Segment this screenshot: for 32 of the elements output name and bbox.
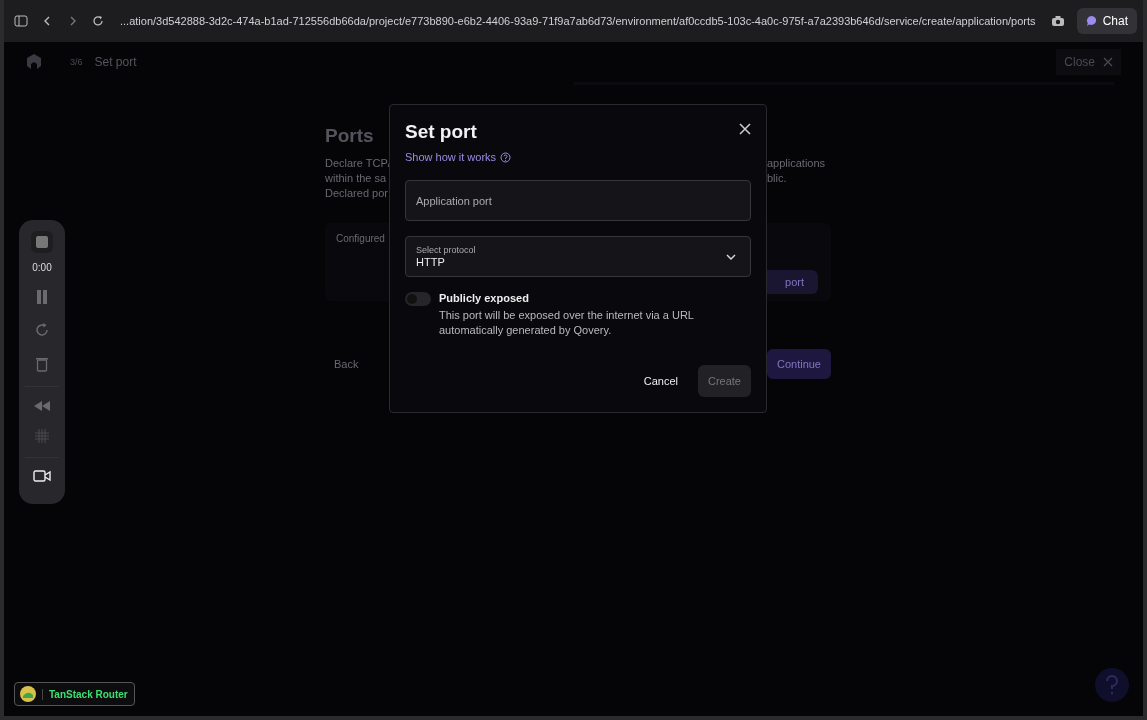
url-text[interactable]: ...ation/3d542888-3d2c-474a-b1ad-712556db66da/project/e773b890-e6b2-4406-93a9-71f9a7ab6d73/environment/af0ccdb5-103c-4a0c-975f-a7a2393b646d/service/create/application/ports	[120, 15, 1039, 27]
protocol-select[interactable]: Select protocol HTTP	[405, 236, 751, 277]
description-text: Declared por	[325, 187, 389, 199]
description-text: blic.	[767, 172, 788, 184]
continue-button[interactable]: Continue	[766, 349, 831, 379]
question-mark-icon	[1105, 675, 1119, 695]
description-text: applications	[767, 157, 827, 169]
cancel-button[interactable]: Cancel	[633, 365, 688, 397]
dialog-title: Set port	[405, 121, 477, 143]
help-link[interactable]: Show how it works	[405, 151, 512, 163]
chat-button[interactable]: Chat	[1076, 8, 1137, 34]
devtools-badge[interactable]: TanStack Router	[14, 682, 135, 706]
port-input-field[interactable]: Application port	[405, 180, 751, 221]
step-counter: 3/6	[70, 57, 83, 67]
toggle-description: This port will be exposed over the internet via a URL automatically generated by Qovery.	[439, 308, 695, 338]
page-title: Ports	[325, 125, 374, 147]
card-label: Configured	[336, 233, 385, 244]
header-title: Set port	[94, 55, 137, 69]
stop-icon[interactable]	[31, 231, 53, 253]
close-icon	[1103, 57, 1113, 67]
toggle-label: Publicly exposed	[439, 292, 530, 304]
chevron-down-icon	[726, 252, 736, 261]
help-icon	[500, 151, 512, 163]
recording-time: 0:00	[32, 262, 52, 273]
public-toggle[interactable]	[405, 292, 431, 306]
chat-bubble-icon	[1085, 15, 1098, 27]
camera-icon[interactable]	[1050, 15, 1065, 27]
description-text: within the sa	[325, 172, 388, 184]
devtools-label: TanStack Router	[42, 688, 128, 700]
sidebar-icon[interactable]	[14, 15, 28, 27]
back-button[interactable]: Back	[325, 358, 368, 370]
reload-icon[interactable]	[92, 15, 104, 27]
